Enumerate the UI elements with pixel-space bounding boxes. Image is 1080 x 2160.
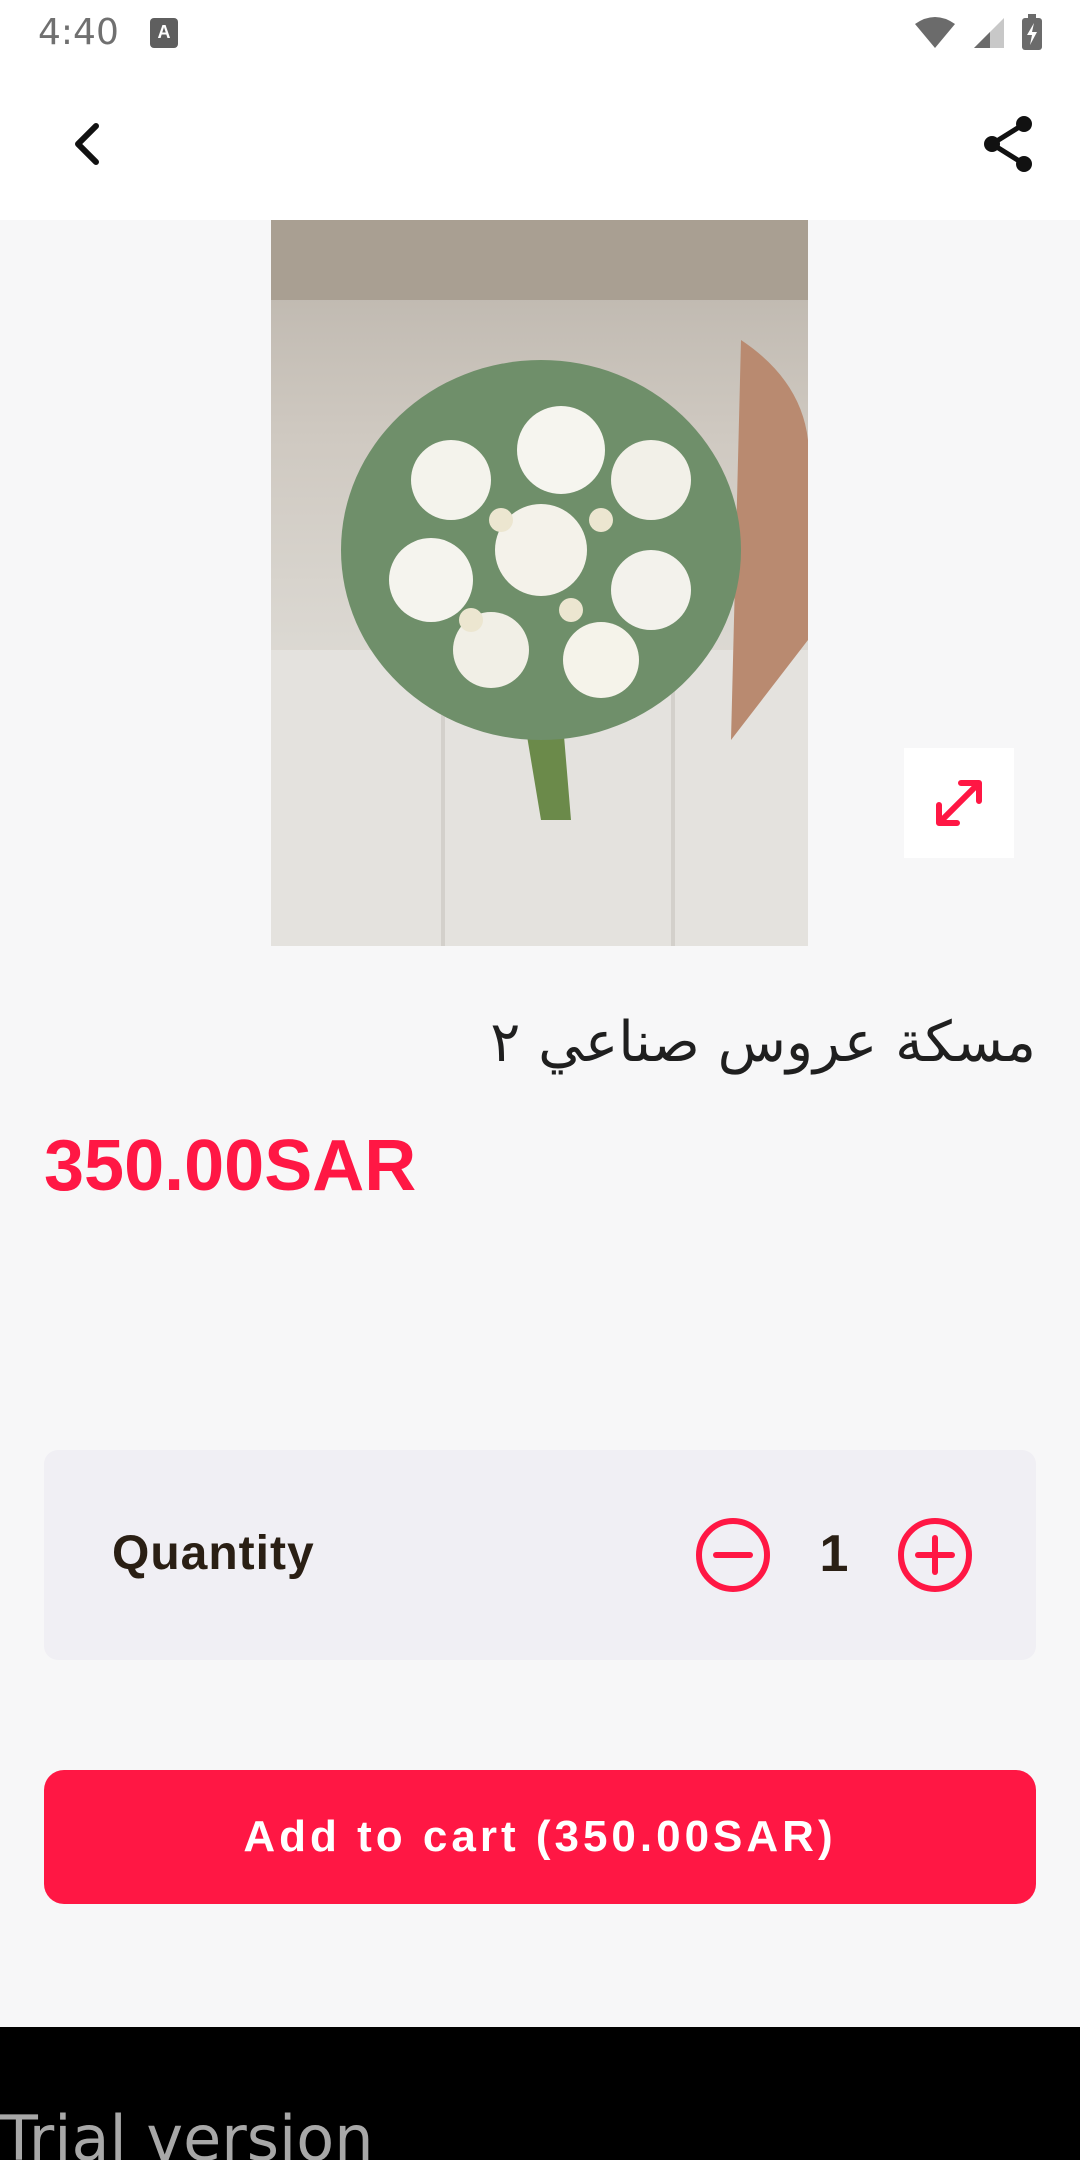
- notification-icon: A: [150, 18, 178, 48]
- increase-quantity-button[interactable]: [896, 1516, 974, 1594]
- status-bar: 4:40 A: [0, 0, 1080, 66]
- product-detail-screen: 4:40 A مسكة عروس صناعي ٢ 350.00SAR Quant…: [0, 0, 1080, 2160]
- minus-circle-icon: [696, 1518, 770, 1592]
- product-title: مسكة عروس صناعي ٢: [490, 1010, 1036, 1075]
- product-image[interactable]: [271, 220, 808, 946]
- share-icon: [984, 116, 1032, 172]
- wifi-icon: [915, 17, 955, 48]
- decrease-quantity-button[interactable]: [694, 1516, 772, 1594]
- trial-version-text: Trial version: [0, 2102, 374, 2160]
- chevron-left-icon: [75, 123, 99, 165]
- status-time: 4:40: [38, 12, 119, 53]
- expand-diagonal-icon: [936, 780, 982, 826]
- signal-icon: [974, 18, 1004, 48]
- add-to-cart-button[interactable]: Add to cart (350.00SAR): [44, 1770, 1036, 1904]
- trial-banner: Trial version: [0, 2027, 1080, 2160]
- expand-image-button[interactable]: [904, 748, 1014, 858]
- plus-circle-icon: [898, 1518, 972, 1592]
- app-bar: [0, 66, 1080, 220]
- back-button[interactable]: [60, 116, 116, 172]
- quantity-value: 1: [819, 1525, 849, 1583]
- bouquet-image: [271, 220, 808, 946]
- quantity-label: Quantity: [112, 1527, 315, 1580]
- product-price: 350.00SAR: [44, 1126, 417, 1206]
- quantity-card: Quantity 1: [44, 1450, 1036, 1660]
- battery-charging-icon: [1022, 14, 1042, 50]
- share-button[interactable]: [976, 112, 1040, 176]
- status-icons: [914, 14, 1044, 52]
